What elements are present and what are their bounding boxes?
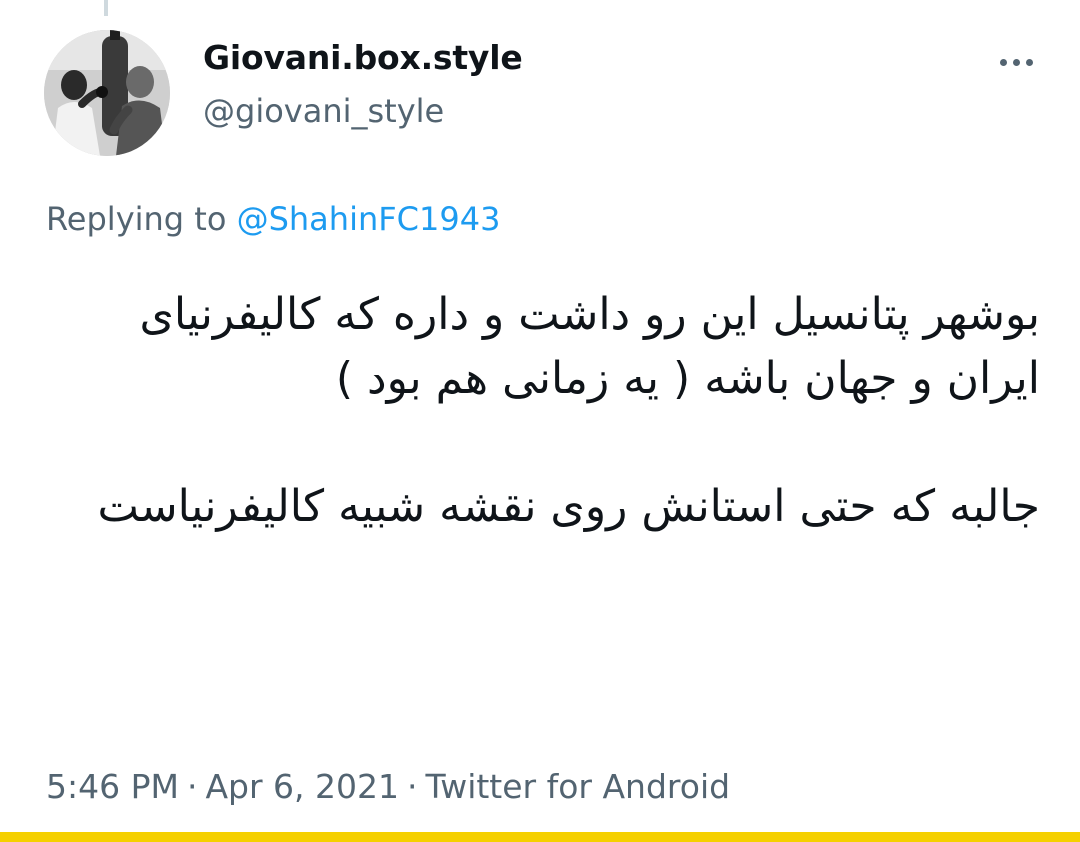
- tweet-paragraph: جالبه که حتی استانش روی نقشه شبیه کالیفر…: [97, 481, 1040, 532]
- replying-to-mention-link[interactable]: @ShahinFC1943: [237, 200, 501, 238]
- more-horizontal-icon-dot: [1025, 58, 1033, 66]
- user-handle[interactable]: @giovani_style: [203, 92, 444, 130]
- tweet-date[interactable]: Apr 6, 2021: [205, 767, 399, 806]
- avatar-photo-icon: [44, 30, 170, 156]
- tweet-metadata: 5:46 PM · Apr 6, 2021 · Twitter for Android: [46, 767, 730, 806]
- thread-connector-line: [104, 0, 108, 16]
- bottom-highlight-bar: [0, 832, 1080, 842]
- display-name[interactable]: Giovani.box.style: [203, 38, 523, 77]
- replying-to-line: Replying to @ShahinFC1943: [46, 200, 500, 238]
- more-horizontal-icon-dot: [1012, 58, 1020, 66]
- tweet-paragraph: بوشهر پتانسیل این رو داشت و داره که کالی…: [125, 289, 1040, 404]
- separator-dot: ·: [186, 767, 198, 806]
- tweet-text: بوشهر پتانسیل این رو داشت و داره که کالی…: [46, 283, 1040, 539]
- tweet-source-link[interactable]: Twitter for Android: [426, 767, 731, 806]
- tweet-time[interactable]: 5:46 PM: [46, 767, 179, 806]
- replying-to-label: Replying to: [46, 200, 237, 238]
- separator-dot: ·: [407, 767, 418, 806]
- avatar[interactable]: [44, 30, 170, 156]
- more-options-button[interactable]: [986, 48, 1046, 76]
- more-horizontal-icon: [999, 58, 1007, 66]
